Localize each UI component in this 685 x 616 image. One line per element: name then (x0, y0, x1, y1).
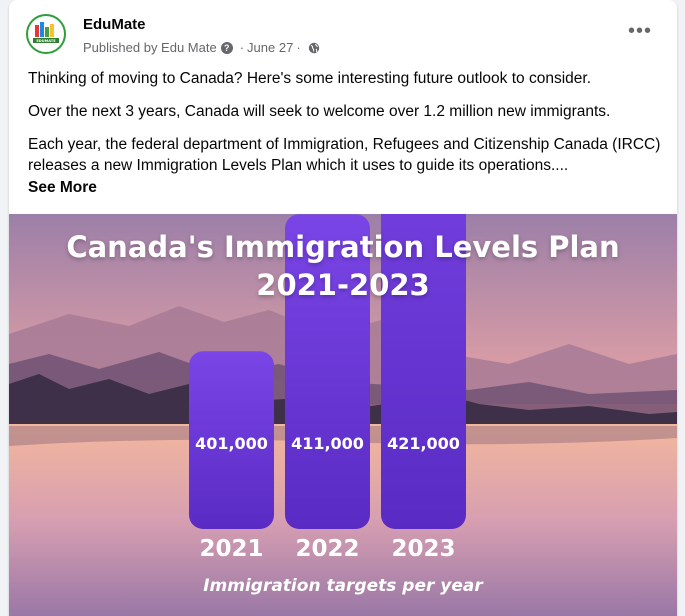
see-more-link[interactable]: See More (28, 177, 668, 198)
more-options-button[interactable]: ••• (625, 20, 655, 50)
globe-icon (308, 42, 319, 53)
avatar[interactable]: EDUMATE (26, 14, 66, 54)
image-title-line2: 2021-2023 (256, 268, 430, 302)
meta-separator: · (239, 40, 245, 55)
post-card: EDUMATE EduMate Published by Edu Mate ? … (9, 0, 677, 616)
image-caption: Immigration targets per year (203, 576, 483, 596)
post-image[interactable]: Canada's Immigration Levels Plan 2021-20… (9, 214, 677, 616)
published-by-label: Published by Edu Mate (83, 40, 217, 55)
meta-separator-2: · (296, 40, 301, 55)
image-title-line1: Canada's Immigration Levels Plan (66, 230, 620, 264)
bar-value-label: 411,000 (291, 434, 364, 453)
page-name-link[interactable]: EduMate (83, 16, 146, 33)
year-tick-label: 2022 (295, 536, 360, 562)
post-paragraph: Over the next 3 years, Canada will seek … (28, 103, 611, 120)
edumate-logo: EDUMATE (33, 22, 59, 43)
help-icon[interactable]: ? (220, 41, 233, 54)
bar-value-label: 421,000 (387, 434, 460, 453)
avatar-logo-text: EDUMATE (36, 39, 56, 43)
post-meta: Published by Edu Mate ? · June 27 · (83, 40, 320, 55)
post-paragraph: Thinking of moving to Canada? Here's som… (28, 70, 591, 87)
year-tick-label: 2023 (391, 536, 456, 562)
bar-value-label: 401,000 (195, 434, 268, 453)
post-header: EDUMATE EduMate Published by Edu Mate ? … (26, 14, 667, 58)
year-tick-label: 2021 (199, 536, 264, 562)
post-paragraph: Each year, the federal department of Imm… (28, 136, 661, 174)
post-text: Thinking of moving to Canada? Here's som… (28, 68, 668, 198)
post-date-link[interactable]: June 27 (247, 40, 293, 55)
